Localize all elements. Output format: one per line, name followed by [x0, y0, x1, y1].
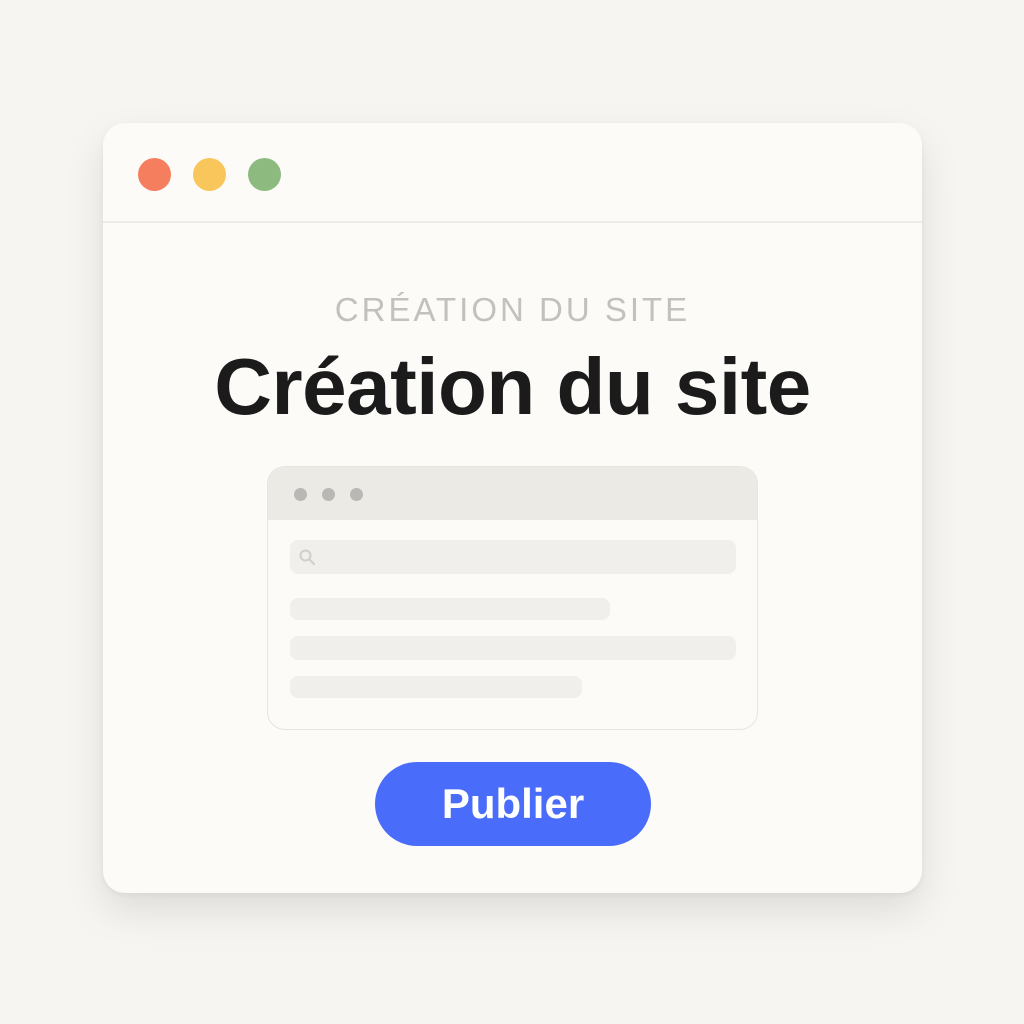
- mockup-dot: [322, 488, 335, 501]
- mockup-browser-bar: [268, 467, 757, 520]
- mockup-text-placeholder: [290, 676, 582, 698]
- page-eyebrow: CRÉATION DU SITE: [334, 291, 691, 328]
- publish-button[interactable]: Publier: [375, 762, 651, 846]
- window-titlebar: [103, 123, 922, 223]
- mockup-dot: [294, 488, 307, 501]
- mockup-text-placeholder: [290, 598, 610, 620]
- mockup-text-placeholder: [290, 636, 736, 660]
- app-window: CRÉATION DU SITE Création du site Publie…: [103, 123, 922, 893]
- close-window-button[interactable]: [138, 158, 171, 191]
- website-preview-mockup: [267, 466, 758, 730]
- search-icon: [299, 549, 315, 565]
- mockup-search-bar: [290, 540, 736, 574]
- minimize-window-button[interactable]: [193, 158, 226, 191]
- maximize-window-button[interactable]: [248, 158, 281, 191]
- mockup-dot: [350, 488, 363, 501]
- page-title: Création du site: [214, 342, 811, 431]
